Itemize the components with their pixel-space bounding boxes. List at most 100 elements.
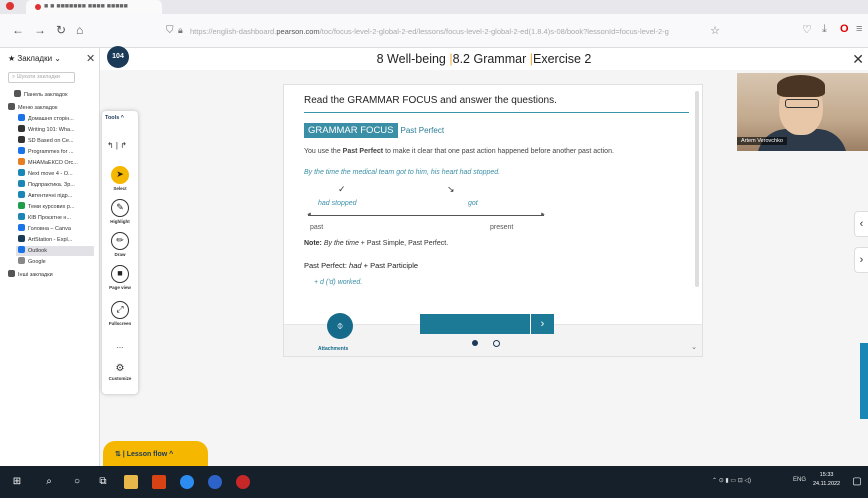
download-icon[interactable]: ⤓ xyxy=(822,23,827,36)
bookmark-item[interactable]: ArtStation - Expl... xyxy=(16,235,94,245)
highlight-icon: ✎ xyxy=(111,199,129,217)
close-icon[interactable]: ✕ xyxy=(852,51,864,68)
undo-redo-icon[interactable]: ↰ | ↱ xyxy=(107,141,127,150)
tab-title: ■ ■ ■■■■■■■ ■■■■ ■■■■■ xyxy=(44,3,128,10)
bookmark-item[interactable]: Головна – Canva xyxy=(16,224,94,234)
attachments-label: Attachments xyxy=(318,346,349,352)
windows-start-icon[interactable]: ⊞ xyxy=(10,475,24,489)
arrow-mark-icon: ↘ xyxy=(447,184,455,194)
back-icon[interactable]: ← xyxy=(12,24,24,36)
url-bar[interactable]: ⛉ 🔒︎ https://english-dashboard.pearson.c… xyxy=(160,22,720,40)
bookmark-item[interactable]: Автентичні підр... xyxy=(16,191,94,201)
bookmark-favicon-icon xyxy=(18,158,25,165)
tray-icons[interactable]: ⌃ ⊙ ▮ ▭ ⊡ ◁) xyxy=(712,477,751,484)
language-indicator[interactable]: ENG xyxy=(793,477,806,483)
bookmark-favicon-icon xyxy=(14,90,21,97)
bookmark-favicon-icon xyxy=(18,114,25,121)
pocket-icon[interactable]: ♡ xyxy=(802,23,812,36)
bookmark-item[interactable]: Google xyxy=(16,257,94,267)
grammar-focus-label: GRAMMAR FOCUS xyxy=(304,123,398,138)
tool-select[interactable]: ➤ Select xyxy=(102,166,138,191)
search-icon: ⌕ xyxy=(12,74,16,80)
bookmarks-header[interactable]: ★ Закладки ⌄ xyxy=(8,54,61,63)
bookmark-item[interactable]: Панель закладок xyxy=(12,90,94,100)
side-panel-tab[interactable] xyxy=(860,343,868,419)
zoom-icon[interactable] xyxy=(208,475,222,489)
bookmark-item[interactable]: Теми курсових р... xyxy=(16,202,94,212)
home-icon[interactable]: ⌂ xyxy=(76,24,83,36)
bookmarks-sidebar: ★ Закладки ⌄ ✕ ⌕ Шукати закладки Панель … xyxy=(0,48,100,466)
next-exercise-button[interactable]: › xyxy=(854,247,868,273)
tool-highlight[interactable]: ✎ Highlight xyxy=(102,199,138,224)
timeline-arrow-right-icon: ► xyxy=(540,212,546,218)
bookmark-favicon-icon xyxy=(18,202,25,209)
close-sidebar-icon[interactable]: ✕ xyxy=(86,52,95,65)
bookmark-item[interactable]: КІВ Проєктне н... xyxy=(16,213,94,223)
bookmark-item[interactable]: Подпрактика. Зр... xyxy=(16,180,94,190)
search-icon[interactable]: ⌕ xyxy=(42,475,56,489)
paperclip-icon: ⌽ xyxy=(336,320,344,332)
tool-page-view[interactable]: ■ Page view xyxy=(102,265,138,290)
menu-icon[interactable]: ≡ xyxy=(856,23,862,35)
bookmark-favicon-icon xyxy=(8,270,15,277)
grammar-focus-topic: Past Perfect xyxy=(400,126,445,135)
bookmark-item[interactable]: Writing 101: Wha... xyxy=(16,125,94,135)
lock-icon[interactable]: 🔒︎ xyxy=(178,25,183,36)
bookmark-item[interactable]: Programmes for ... xyxy=(16,147,94,157)
notifications-icon[interactable]: ▢ xyxy=(850,475,864,489)
bookmark-favicon-icon xyxy=(8,103,15,110)
chrome-icon[interactable] xyxy=(180,475,194,489)
prev-exercise-button[interactable]: ‹ xyxy=(854,211,868,237)
bookmark-star-icon[interactable]: ☆ xyxy=(710,24,720,37)
next-page-button[interactable]: › xyxy=(530,314,554,334)
bookmark-item[interactable]: Меню закладок xyxy=(6,103,94,113)
clock-time: 15:33 xyxy=(819,472,834,478)
grammar-note: Note: By the time + Past Simple, Past Pe… xyxy=(304,240,689,247)
bookmark-label: Теми курсових р... xyxy=(28,204,75,210)
more-icon[interactable]: ... xyxy=(102,341,138,350)
bookmark-favicon-icon xyxy=(18,147,25,154)
card-scrollbar[interactable] xyxy=(695,91,699,287)
system-clock[interactable]: 15:33 24.11.2022 xyxy=(813,471,840,489)
tool-customize[interactable]: ⚙ Customize xyxy=(102,363,138,381)
browser-tab[interactable]: ■ ■ ■■■■■■■ ■■■■ ■■■■■ xyxy=(26,0,162,14)
bookmark-label: Next move 4 - O... xyxy=(28,171,73,177)
exercise-instruction: Read the GRAMMAR FOCUS and answer the qu… xyxy=(304,95,689,113)
tool-draw[interactable]: ✏ Draw xyxy=(102,232,138,257)
cortana-icon[interactable]: ○ xyxy=(70,475,84,489)
note-label: Note: xyxy=(304,240,324,247)
attachments-button[interactable]: ⌽ xyxy=(327,313,353,339)
bookmarks-search-input[interactable]: ⌕ Шукати закладки xyxy=(8,72,75,83)
forward-icon[interactable]: → xyxy=(34,24,46,36)
lesson-flow-button[interactable]: ⇅ | Lesson flow ^ xyxy=(103,441,208,467)
bookmark-item[interactable]: SD Based on Ce... xyxy=(16,136,94,146)
shield-icon[interactable]: ⛉ xyxy=(166,25,174,36)
file-explorer-icon[interactable] xyxy=(124,475,138,489)
lesson-flow-label: Lesson flow ^ xyxy=(126,451,174,458)
bookmark-favicon-icon xyxy=(18,224,25,231)
tool-fullscreen-label: Fullscreen xyxy=(108,321,132,326)
record-icon[interactable] xyxy=(236,475,250,489)
app-header: 104 8 Well-being |8.2 Grammar |Exercise … xyxy=(100,46,868,70)
bookmark-label: SD Based on Ce... xyxy=(28,138,74,144)
bookmark-favicon-icon xyxy=(18,125,25,132)
bookmark-item[interactable]: Домашня сторін... xyxy=(16,114,94,124)
reload-icon[interactable]: ↻ xyxy=(56,24,66,36)
page-dot[interactable] xyxy=(493,340,500,347)
firefox-taskbar-icon[interactable] xyxy=(152,475,166,489)
tools-toggle[interactable]: Tools ^ xyxy=(105,115,124,121)
bookmark-item[interactable]: Next move 4 - O... xyxy=(16,169,94,179)
tool-fullscreen[interactable]: ⤢ Fullscreen xyxy=(102,301,138,326)
opera-icon[interactable]: O xyxy=(840,23,849,35)
timeline-present: present xyxy=(490,224,514,231)
bookmark-item[interactable]: Outlook xyxy=(16,246,94,256)
page-dot-active[interactable] xyxy=(472,340,478,346)
task-view-icon[interactable]: ⧉ xyxy=(96,475,110,489)
timeline-label-b: got xyxy=(468,200,478,207)
bookmark-item[interactable]: Інші закладки xyxy=(6,270,94,280)
scroll-down-icon[interactable]: ⌄ xyxy=(691,343,697,351)
exercise-progress: › xyxy=(420,314,554,334)
bookmark-item[interactable]: МНАМаЕКСО Огс... xyxy=(16,158,94,168)
bookmark-favicon-icon xyxy=(18,246,25,253)
tools-panel: Tools ^ ↰ | ↱ ➤ Select ✎ Highlight ✏ Dra… xyxy=(102,111,138,394)
